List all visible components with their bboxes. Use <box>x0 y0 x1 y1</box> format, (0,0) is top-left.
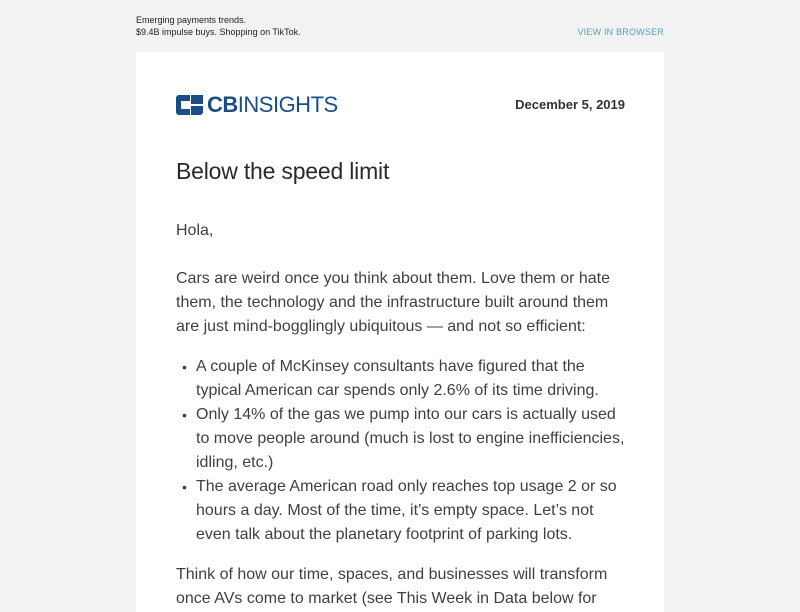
email-date: December 5, 2019 <box>515 97 625 112</box>
bullet-icon: • <box>182 407 187 423</box>
preheader: Emerging payments trends. $9.4B impulse … <box>136 14 664 38</box>
preheader-line-1: Emerging payments trends. <box>136 15 247 25</box>
bullet-icon: • <box>182 479 187 495</box>
intro-paragraph: Cars are weird once you think about them… <box>176 270 611 335</box>
email-card: CBINSIGHTS December 5, 2019 Below the sp… <box>136 52 664 612</box>
view-in-browser-link[interactable]: VIEW IN BROWSER <box>577 26 664 38</box>
list-item: • A couple of McKinsey consultants have f… <box>176 355 626 403</box>
cb-insights-logo-icon <box>176 95 204 115</box>
greeting: Hola, <box>176 222 214 239</box>
logo-wordmark: CBINSIGHTS <box>207 92 338 118</box>
cb-insights-logo[interactable]: CBINSIGHTS <box>176 92 338 118</box>
list-item: • The average American road only reaches … <box>176 475 626 547</box>
bullet-text: The average American road only reaches t… <box>196 478 617 543</box>
logo-cb-text: CB <box>207 92 238 117</box>
outro-paragraph: Think of how our time, spaces, and busin… <box>176 566 608 607</box>
email-header: CBINSIGHTS December 5, 2019 <box>176 92 625 118</box>
bullet-icon: • <box>182 359 187 375</box>
bullet-text: Only 14% of the gas we pump into our car… <box>196 406 625 471</box>
logo-insights-text: INSIGHTS <box>237 92 338 117</box>
bullet-text: A couple of McKinsey consultants have fi… <box>196 358 599 399</box>
bullet-list: • A couple of McKinsey consultants have f… <box>176 355 626 547</box>
email-title: Below the speed limit <box>176 158 390 184</box>
list-item: • Only 14% of the gas we pump into our ca… <box>176 403 626 475</box>
